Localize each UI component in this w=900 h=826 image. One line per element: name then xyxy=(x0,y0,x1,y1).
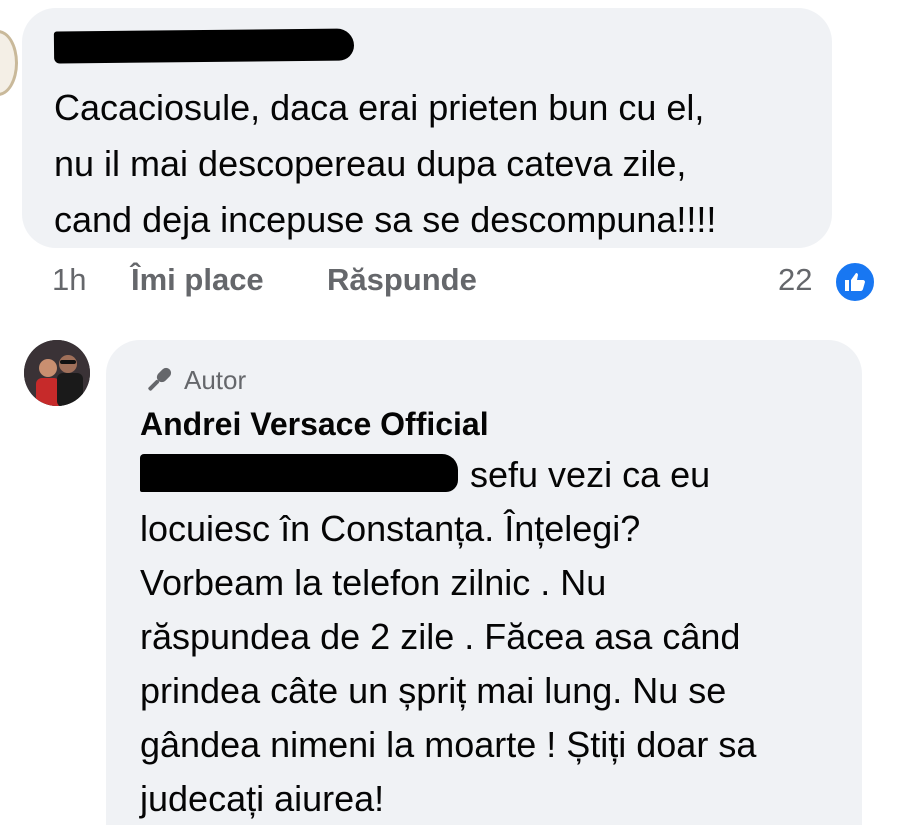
reply-button[interactable]: Răspunde xyxy=(327,262,477,298)
like-button[interactable]: Îmi place xyxy=(131,262,264,298)
reply-line: judecați aiurea! xyxy=(140,778,385,819)
reply-line: sefu vezi ca eu xyxy=(470,454,711,495)
author-reply-bubble: Autor Andrei Versace Official sefu vezi … xyxy=(106,340,862,825)
reply-text: sefu vezi ca eu locuiesc în Constanța. Î… xyxy=(140,448,840,826)
author-name-link[interactable]: Andrei Versace Official xyxy=(140,406,489,443)
avatar-author[interactable] xyxy=(24,340,90,406)
reaction-count[interactable]: 22 xyxy=(778,262,812,298)
microphone-icon xyxy=(148,367,172,391)
author-badge-label: Autor xyxy=(184,364,247,395)
thumbs-up-icon[interactable] xyxy=(833,260,877,304)
comment-text: Cacaciosule, daca erai prieten bun cu el… xyxy=(54,80,824,248)
comment-actions: 1h Îmi place Răspunde 22 xyxy=(0,258,900,308)
author-badge: Autor xyxy=(142,362,246,398)
comment-line: Cacaciosule, daca erai prieten bun cu el… xyxy=(54,87,705,128)
redacted-name xyxy=(53,28,355,64)
avatar-commenter[interactable] xyxy=(0,30,18,96)
reply-line: locuiesc în Constanța. Înțelegi? xyxy=(140,508,641,549)
comment-line: cand deja incepuse sa se descompuna!!!! xyxy=(54,199,717,240)
comment-line: nu il mai descopereau dupa cateva zile, xyxy=(54,143,687,184)
reply-line: gândea nimeni la moarte ! Știți doar sa xyxy=(140,724,757,765)
comment-timestamp[interactable]: 1h xyxy=(52,262,86,298)
reply-line: răspundea de 2 zile . Făcea asa când xyxy=(140,616,741,657)
reply-line: prindea câte un șpriț mai lung. Nu se xyxy=(140,670,727,711)
reply-line: Vorbeam la telefon zilnic . Nu xyxy=(140,562,607,603)
comment-bubble: Cacaciosule, daca erai prieten bun cu el… xyxy=(22,8,832,248)
